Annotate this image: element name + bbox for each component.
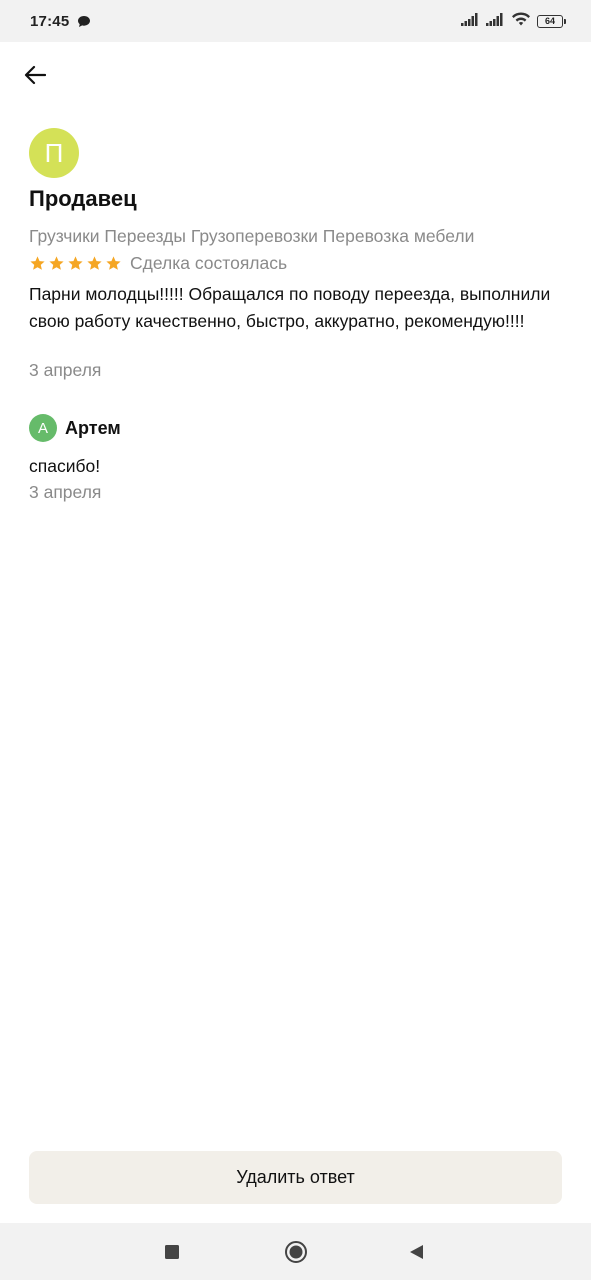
arrow-left-icon [24, 65, 46, 85]
wifi-icon [511, 12, 531, 30]
triangle-back-icon [410, 1245, 423, 1259]
star-icon [68, 256, 83, 270]
signal-icon [486, 12, 505, 30]
back-button[interactable] [18, 58, 52, 92]
navigation-bar [0, 1223, 591, 1280]
review-text: Парни молодцы!!!!! Обращался по поводу п… [29, 284, 551, 331]
reply-date: 3 апреля [29, 482, 102, 502]
signal-icon [461, 12, 480, 30]
battery-icon: 64 [537, 14, 566, 28]
star-icon [49, 256, 64, 270]
seller-avatar: П [29, 128, 79, 178]
review-date: 3 апреля [29, 360, 102, 380]
status-bar: 17:45 64 [0, 0, 591, 42]
deal-status: Сделка состоялась [130, 253, 288, 273]
star-rating [29, 255, 122, 272]
review-author: Продавец [29, 186, 137, 211]
message-icon [77, 15, 91, 28]
home-button[interactable] [281, 1237, 311, 1267]
review-categories: Грузчики Переезды Грузоперевозки Перевоз… [29, 226, 475, 246]
reply-text: спасибо! [29, 456, 101, 476]
square-recents-icon [165, 1245, 179, 1259]
star-icon [106, 256, 121, 270]
reply-author: Артем [65, 417, 121, 438]
star-icon [87, 256, 102, 270]
rating-row: Сделка состоялась [29, 253, 287, 274]
reply-header: А Артем [29, 414, 121, 442]
delete-reply-button[interactable]: Удалить ответ [29, 1151, 562, 1204]
circle-home-icon [285, 1241, 307, 1263]
star-icon [30, 256, 45, 270]
status-time: 17:45 [30, 12, 70, 30]
status-icons: 64 [461, 12, 566, 30]
reply-avatar: А [29, 414, 57, 442]
back-nav-button[interactable] [404, 1240, 428, 1264]
recents-button[interactable] [160, 1240, 184, 1264]
